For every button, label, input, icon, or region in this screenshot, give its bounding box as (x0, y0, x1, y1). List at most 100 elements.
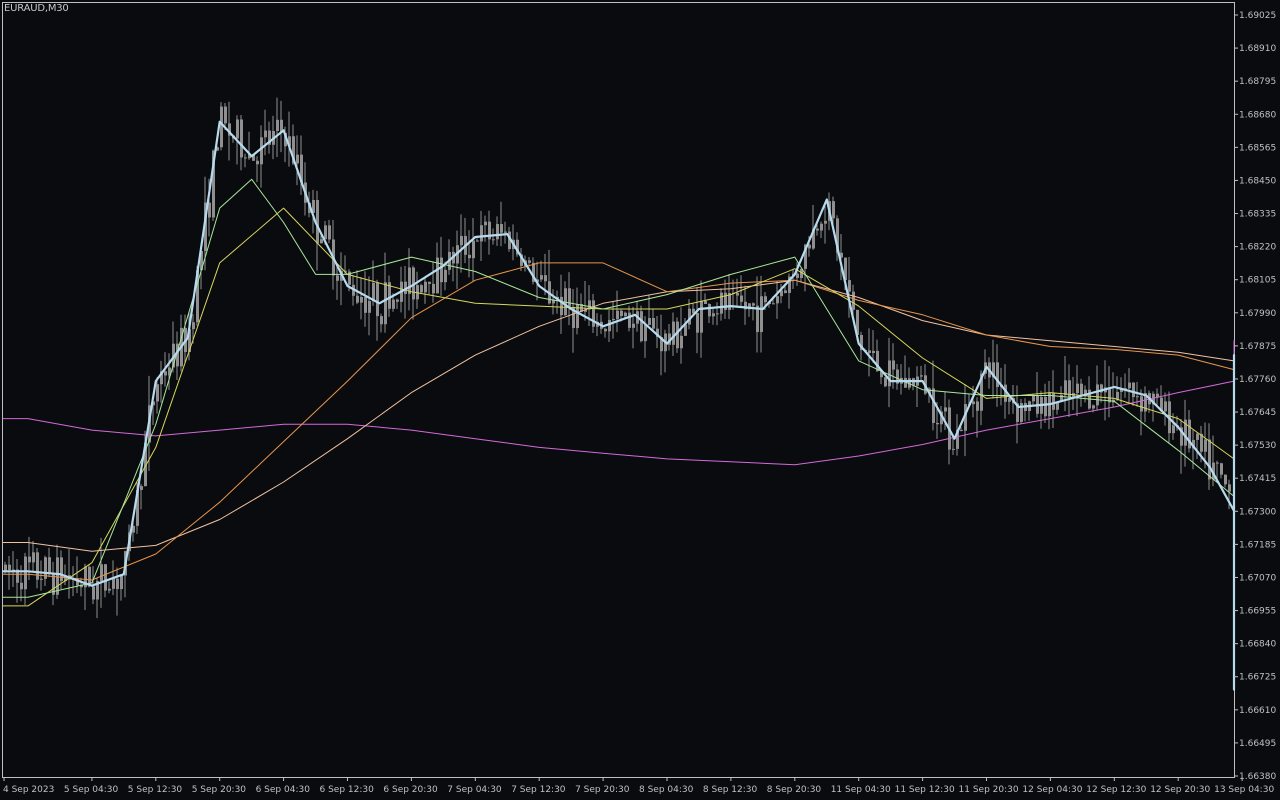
candle-body (376, 282, 379, 317)
candle-body (868, 350, 871, 354)
candle-body (644, 324, 647, 342)
time-tick-label: 5 Sep 20:30 (192, 785, 247, 795)
price-tick-label: 1.67645 (1239, 408, 1276, 418)
candle-body (1096, 384, 1099, 406)
time-tick-label: 12 Sep 04:30 (1022, 785, 1082, 795)
candle-body (1216, 462, 1219, 464)
candle-body (764, 296, 767, 303)
candle-body (616, 310, 619, 319)
candle-body (1224, 474, 1227, 485)
candle-body (620, 310, 623, 317)
candle-body (1228, 484, 1231, 492)
price-tick-label: 1.67070 (1239, 573, 1276, 583)
candle-body (40, 578, 43, 580)
candle-body (884, 377, 887, 387)
candle-body (1196, 433, 1199, 440)
candle-body (364, 296, 367, 313)
candle-body (28, 556, 31, 563)
candle-body (1220, 463, 1223, 475)
candle-body (432, 283, 435, 294)
time-tick-label: 8 Sep 04:30 (639, 785, 694, 795)
candle-body (56, 557, 59, 595)
chart-window[interactable]: 1.69025 1.68910 1.68795 1.68680 1.68565 1.684… (0, 0, 1280, 800)
price-axis[interactable]: 1.69025 1.68910 1.68795 1.68680 1.68565 1.684… (1234, 11, 1276, 782)
time-tick-label: 8 Sep 12:30 (703, 785, 758, 795)
candle-body (244, 157, 247, 159)
candle-body (1204, 439, 1207, 452)
candle-body (1032, 395, 1035, 402)
candle-body (1092, 405, 1095, 409)
candle-body (1128, 382, 1131, 389)
candle-body (604, 328, 607, 332)
price-tick-label: 1.68795 (1239, 77, 1276, 87)
time-tick-label: 6 Sep 04:30 (256, 785, 311, 795)
candle-body (568, 288, 571, 307)
candle-body (496, 224, 499, 240)
price-tick-label: 1.67990 (1239, 309, 1276, 319)
price-tick-label: 1.67185 (1239, 540, 1276, 550)
candle-body (632, 323, 635, 328)
candle-body (540, 275, 543, 280)
price-tick-label: 1.67300 (1239, 507, 1276, 517)
candle-body (696, 313, 699, 333)
candle-body (628, 312, 631, 328)
series-line-magenta (2, 340, 1235, 538)
candle-body (236, 119, 239, 139)
price-chart[interactable]: 1.69025 1.68910 1.68795 1.68680 1.68565 1.684… (0, 0, 1280, 800)
candle-body (648, 318, 651, 325)
candle-body (736, 292, 739, 296)
candle-body (476, 240, 479, 242)
candle-body (220, 106, 223, 148)
candle-body (20, 582, 23, 590)
candle-body (720, 292, 723, 314)
price-tick-label: 1.68565 (1239, 143, 1276, 153)
candle-body (640, 311, 643, 342)
candle-body (336, 275, 339, 281)
candle-body (1164, 401, 1167, 412)
candle-body (1044, 396, 1047, 417)
candle-body (120, 575, 123, 590)
price-tick-label: 1.66380 (1239, 772, 1276, 782)
candle-body (528, 260, 531, 263)
time-tick-label: 7 Sep 12:30 (511, 785, 566, 795)
price-tick-label: 1.66495 (1239, 739, 1276, 749)
time-tick-label: 12 Sep 12:30 (1086, 785, 1146, 795)
price-tick-label: 1.66610 (1239, 706, 1276, 716)
candle-body (164, 371, 167, 376)
candle-body (976, 401, 979, 411)
price-tick-label: 1.68335 (1239, 210, 1276, 220)
candle-body (276, 119, 279, 132)
candle-body (784, 290, 787, 293)
candle-body (832, 201, 835, 219)
time-axis[interactable]: 4 Sep 2023 5 Sep 04:30 5 Sep 12:30 5 Sep 20… (3, 777, 1274, 795)
candle-body (680, 335, 683, 349)
candle-body (32, 552, 35, 563)
candle-body (716, 313, 719, 315)
price-tick-label: 1.67875 (1239, 342, 1276, 352)
candle-body (624, 312, 627, 317)
time-tick-label: 11 Sep 20:30 (959, 785, 1019, 795)
candle-body (104, 564, 107, 591)
candles-layer (4, 97, 1231, 619)
candle-body (708, 304, 711, 317)
price-tick-label: 1.68220 (1239, 243, 1276, 253)
candle-body (296, 154, 299, 164)
candle-body (652, 318, 655, 329)
candle-body (1052, 392, 1055, 410)
candle-body (704, 300, 707, 305)
price-tick-label: 1.66725 (1239, 673, 1276, 683)
candle-body (492, 239, 495, 241)
candle-body (92, 586, 95, 600)
candle-body (428, 281, 431, 284)
candle-body (760, 296, 763, 333)
candle-body (936, 422, 939, 425)
time-tick-label: 7 Sep 20:30 (575, 785, 630, 795)
candle-body (1080, 383, 1083, 396)
price-tick-label: 1.67760 (1239, 375, 1276, 385)
candle-body (372, 282, 375, 301)
candle-body (468, 254, 471, 259)
time-tick-label: 5 Sep 12:30 (128, 785, 183, 795)
candle-body (408, 267, 411, 294)
price-tick-label: 1.68105 (1239, 276, 1276, 286)
time-tick-label: 11 Sep 04:30 (831, 785, 891, 795)
